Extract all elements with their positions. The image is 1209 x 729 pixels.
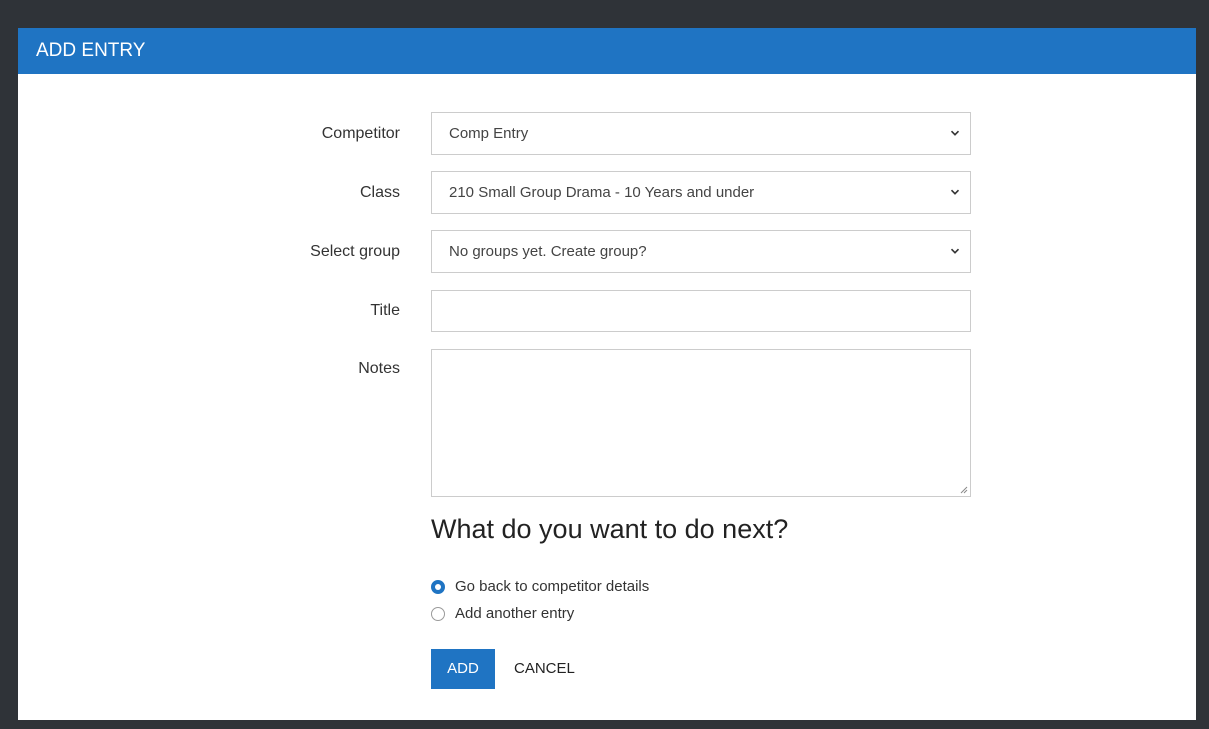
chevron-down-icon <box>950 189 960 195</box>
resize-grip-icon[interactable] <box>960 486 968 494</box>
competitor-label: Competitor <box>321 125 400 142</box>
next-step-heading: What do you want to do next? <box>431 514 789 544</box>
radio-checked-icon[interactable] <box>431 580 445 594</box>
add-button[interactable]: ADD <box>431 649 495 689</box>
notes-label: Notes <box>358 360 400 377</box>
radio-unchecked-icon[interactable] <box>431 607 445 621</box>
chevron-down-icon <box>950 130 960 136</box>
group-select-value: No groups yet. Create group? <box>449 243 647 260</box>
option-label: Add another entry <box>455 605 575 622</box>
title-label: Title <box>370 302 400 319</box>
modal-title: ADD ENTRY <box>36 40 146 61</box>
class-select-value: 210 Small Group Drama - 10 Years and und… <box>449 184 755 201</box>
cancel-button[interactable]: CANCEL <box>514 649 575 689</box>
competitor-select[interactable]: Comp Entry <box>431 112 971 155</box>
add-entry-modal: ADD ENTRY Competitor Comp Entry Class 21… <box>18 28 1196 720</box>
chevron-down-icon <box>950 248 960 254</box>
modal-header: ADD ENTRY <box>18 28 1196 74</box>
title-input[interactable] <box>431 290 971 332</box>
class-select[interactable]: 210 Small Group Drama - 10 Years and und… <box>431 171 971 214</box>
notes-textarea[interactable] <box>431 349 971 497</box>
group-select[interactable]: No groups yet. Create group? <box>431 230 971 273</box>
class-label: Class <box>359 184 400 201</box>
option-label: Go back to competitor details <box>455 578 650 595</box>
group-label: Select group <box>310 243 400 260</box>
competitor-select-value: Comp Entry <box>449 125 529 142</box>
